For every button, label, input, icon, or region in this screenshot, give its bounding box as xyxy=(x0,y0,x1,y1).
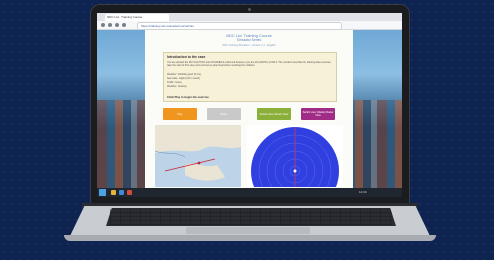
intro-line: Sea state: slight (2/3 m swell) xyxy=(167,77,200,80)
intro-line: Traffic: heavy xyxy=(167,81,182,84)
taskbar: 12:34 xyxy=(97,188,402,197)
page-note: NDC Training Simulator - Version 2.1 - E… xyxy=(222,44,276,47)
start-icon[interactable] xyxy=(99,189,106,196)
trackpad xyxy=(186,227,310,234)
reset-button[interactable]: Reset xyxy=(207,108,241,120)
web-page: NDC Ltd. Training Course Simulator Serie… xyxy=(97,30,402,188)
play-button[interactable]: Play xyxy=(163,108,197,120)
intro-instruction: Click Play to begin the exercise xyxy=(167,95,209,99)
reload-icon[interactable] xyxy=(115,23,119,27)
map-graphic xyxy=(155,125,241,187)
intro-heading: Introduction to the case xyxy=(167,55,206,59)
page-subtitle: Simulator Series xyxy=(236,38,262,42)
back-icon[interactable] xyxy=(101,23,105,27)
radar-display[interactable] xyxy=(247,125,343,187)
forward-icon[interactable] xyxy=(108,23,112,27)
intro-box: Introduction to the case You are aboard … xyxy=(163,52,337,102)
home-icon[interactable] xyxy=(122,23,126,27)
chart-view-button[interactable]: Switch view (Chart) View xyxy=(257,108,291,120)
radar-view-button[interactable]: Switch view (Radar) Radar View xyxy=(301,108,335,120)
course-panel: NDC Ltd. Training Course Simulator Serie… xyxy=(145,30,353,188)
browser-icon[interactable] xyxy=(119,190,124,195)
laptop-screen: NDC Ltd - Training Course https://traini… xyxy=(97,13,402,197)
url-input[interactable]: https://training.ndc.example/course/intr… xyxy=(137,22,342,30)
browser-tab[interactable]: NDC Ltd - Training Course xyxy=(105,14,169,21)
intro-line: Weather: Visibility good (5 nm) xyxy=(167,73,201,76)
browser-address-bar: https://training.ndc.example/course/intr… xyxy=(97,21,402,30)
app-icon[interactable] xyxy=(127,190,132,195)
folder-icon[interactable] xyxy=(111,190,116,195)
chart-map[interactable] xyxy=(155,125,241,187)
radar-graphic xyxy=(251,127,339,187)
intro-line: Weather: clearing xyxy=(167,85,187,88)
keyboard-keys xyxy=(110,209,392,225)
laptop-front-edge xyxy=(64,235,436,241)
browser-tab-bar: NDC Ltd - Training Course xyxy=(97,13,402,21)
intro-text: You are aboard the MV CALYPSO and CHANNE… xyxy=(167,61,332,67)
clock: 12:34 xyxy=(359,190,367,194)
webcam xyxy=(248,8,251,11)
